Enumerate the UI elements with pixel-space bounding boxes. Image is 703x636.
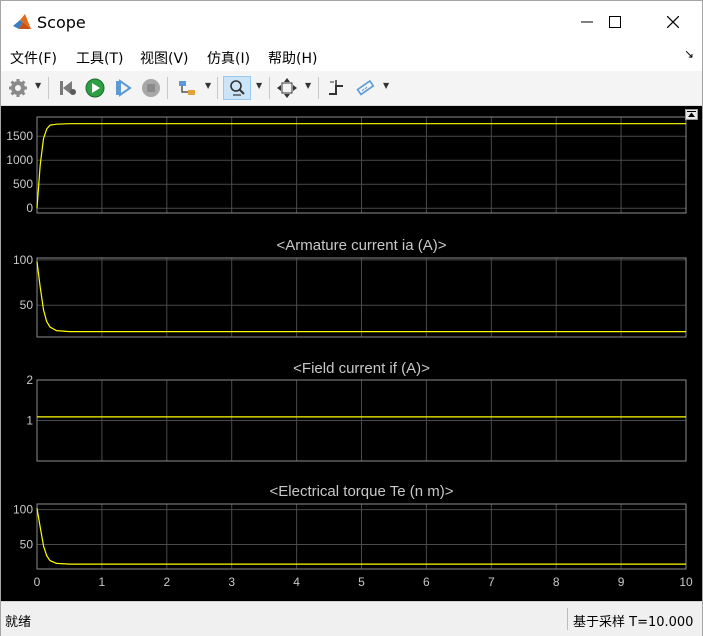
style-button[interactable] — [353, 76, 377, 100]
run-icon — [85, 78, 105, 98]
y-tick-label: 2 — [26, 373, 33, 387]
x-tick-label: 2 — [163, 575, 170, 589]
y-tick-label: 500 — [13, 177, 33, 191]
zoom-dropdown-icon[interactable]: ▼ — [256, 81, 262, 90]
stop-icon — [142, 79, 160, 97]
toolbar-separator — [217, 77, 218, 99]
close-button[interactable] — [650, 1, 696, 43]
y-tick-label: 100 — [13, 253, 33, 267]
x-tick-label: 0 — [34, 575, 41, 589]
axes-title: <Field current if (A)> — [293, 360, 430, 377]
menu-simulation[interactable]: 仿真(I) — [207, 48, 250, 68]
x-tick-label: 5 — [358, 575, 365, 589]
y-tick-label: 100 — [13, 503, 33, 517]
menu-tools[interactable]: 工具(T) — [76, 48, 123, 68]
x-tick-label: 9 — [618, 575, 625, 589]
menu-view[interactable]: 视图(V) — [140, 48, 189, 68]
undock-button[interactable] — [685, 109, 698, 120]
close-icon — [667, 16, 679, 28]
window-title: Scope — [37, 13, 86, 32]
x-tick-label: 10 — [679, 575, 693, 589]
toolbar: ▼ ▼ ▼ ▼ ▼ — [1, 71, 702, 106]
autoscale-dropdown-icon[interactable]: ▼ — [305, 81, 311, 90]
y-tick-label: 50 — [20, 298, 34, 312]
scope-window: Scope 文件(F) 工具(T) 视图(V) 仿真(I) 帮助(H) ↘ ▼ — [0, 0, 703, 636]
style-dropdown-icon[interactable]: ▼ — [383, 81, 389, 90]
axes-title: <Armature current ia (A)> — [276, 237, 446, 254]
undock-icon — [687, 111, 696, 117]
step-back-button[interactable] — [56, 76, 80, 100]
maximize-icon — [609, 16, 621, 28]
status-ready: 就绪 — [5, 615, 32, 630]
y-tick-label: 1 — [26, 414, 33, 428]
toolbar-separator — [269, 77, 270, 99]
toolbar-separator — [167, 77, 168, 99]
cursor-measure-button[interactable] — [324, 76, 348, 100]
plot-area: 0 500 1000 1500 50 100 <Armature current ia (A… — [1, 106, 702, 601]
y-tick-label: 50 — [20, 538, 34, 552]
settings-button[interactable] — [6, 76, 30, 100]
x-tick-label: 1 — [99, 575, 106, 589]
menu-bar: 文件(F) 工具(T) 视图(V) 仿真(I) 帮助(H) ↘ — [1, 43, 702, 71]
axes-title: <Electrical torque Te (n m)> — [270, 483, 454, 500]
step-forward-button[interactable] — [111, 76, 135, 100]
x-tick-label: 6 — [423, 575, 430, 589]
maximize-button[interactable] — [592, 1, 638, 43]
status-divider — [567, 608, 568, 630]
x-tick-label: 4 — [293, 575, 300, 589]
title-bar[interactable]: Scope — [1, 1, 702, 43]
signal-select-dropdown-icon[interactable]: ▼ — [205, 81, 211, 90]
signal-select-icon — [179, 81, 195, 95]
step-forward-icon — [116, 79, 132, 97]
y-tick-label: 1000 — [6, 153, 33, 167]
style-icon — [356, 79, 375, 96]
scope-plots[interactable]: 05001000150050100<Armature current ia (A… — [1, 106, 702, 601]
zoom-button[interactable] — [223, 76, 251, 100]
settings-dropdown-icon[interactable]: ▼ — [35, 81, 41, 90]
zoom-icon — [230, 80, 245, 96]
cursor-measure-icon — [329, 80, 343, 95]
x-tick-label: 7 — [488, 575, 495, 589]
matlab-icon — [13, 14, 31, 29]
stop-button[interactable] — [139, 76, 163, 100]
menu-collapse-icon[interactable]: ↘ — [684, 47, 694, 61]
menu-help[interactable]: 帮助(H) — [268, 48, 317, 68]
toolbar-separator — [318, 77, 319, 99]
autoscale-icon — [277, 78, 297, 98]
x-tick-label: 8 — [553, 575, 560, 589]
y-tick-label: 0 — [26, 201, 33, 215]
x-tick-label: 3 — [228, 575, 235, 589]
gear-icon — [9, 79, 27, 97]
run-button[interactable] — [83, 76, 107, 100]
autoscale-button[interactable] — [275, 76, 299, 100]
y-tick-label: 1500 — [6, 129, 33, 143]
status-bar: 就绪 基于采样 T=10.000 — [1, 601, 702, 636]
status-sample-time: 基于采样 T=10.000 — [573, 615, 694, 630]
step-back-icon — [60, 81, 76, 95]
toolbar-separator — [48, 77, 49, 99]
signal-select-button[interactable] — [175, 76, 199, 100]
menu-file[interactable]: 文件(F) — [10, 48, 57, 68]
